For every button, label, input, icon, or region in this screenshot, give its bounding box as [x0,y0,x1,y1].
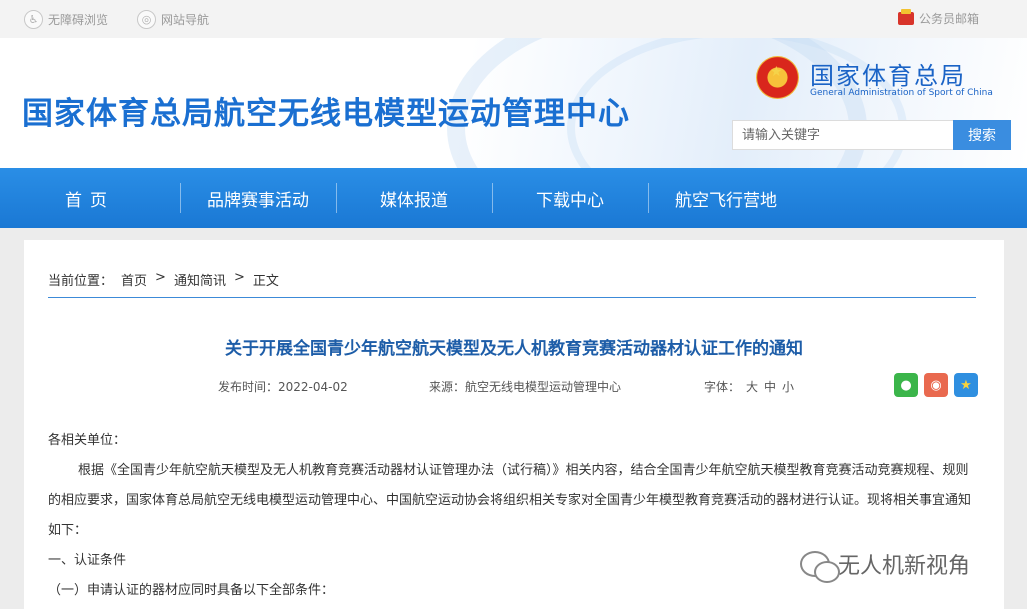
mail-icon [898,9,914,25]
nav-item-downloads[interactable]: 下载中心 [492,168,648,228]
site-nav-link[interactable]: ◎ 网站导航 [137,10,209,29]
breadcrumb-item-home[interactable]: 首页 [121,270,147,289]
article-source: 来源：航空无线电模型运动管理中心 [429,380,622,394]
font-size-small[interactable]: 小 [782,378,794,395]
breadcrumb-separator: > [233,270,245,285]
official-mail-link[interactable]: 公务员邮箱 [898,9,980,27]
wechat-watermark-icon [800,551,840,583]
font-size-medium[interactable]: 中 [764,378,776,395]
accessibility-icon: ♿ [24,10,43,29]
national-emblem-icon[interactable] [756,56,799,99]
article-title: 关于开展全国青少年航空航天模型及无人机教育竞赛活动器材认证工作的通知 [225,339,803,359]
publish-date: 发布时间：2022-04-02 [218,380,348,394]
logo-chinese-name[interactable]: 国家体育总局 [810,56,966,91]
subsection-heading-1: （一）申请认证的器材应同时具备以下全部条件： [48,583,335,598]
wechat-icon[interactable]: ● [894,373,918,397]
breadcrumb-prefix: 当前位置： [48,274,114,289]
official-mail-label: 公务员邮箱 [919,12,980,26]
weibo-icon[interactable]: ◉ [924,373,948,397]
font-size-label: 字体： [704,380,741,394]
salutation: 各相关单位： [48,433,127,448]
font-size-large[interactable]: 大 [746,378,758,395]
search-input[interactable] [732,120,953,150]
globe-icon: ◎ [137,10,156,29]
nav-item-flight-camp[interactable]: 航空飞行营地 [648,168,804,228]
font-size-switcher: 字体： 大 中 小 [704,378,794,395]
favorite-icon[interactable]: ★ [954,373,978,397]
nav-item-media[interactable]: 媒体报道 [336,168,492,228]
search-button[interactable]: 搜索 [953,120,1011,150]
breadcrumb-divider [48,297,976,298]
site-title[interactable]: 国家体育总局航空无线电模型运动管理中心 [22,88,630,133]
site-nav-label: 网站导航 [161,13,210,27]
breadcrumb-item-current: 正文 [252,274,279,289]
nav-item-brand-events[interactable]: 品牌赛事活动 [180,168,336,228]
breadcrumb-separator: > [155,270,166,285]
watermark-text: 无人机新视角 [838,554,971,579]
main-nav: 首页 品牌赛事活动 媒体报道 下载中心 航空飞行营地 [0,168,1027,228]
breadcrumb-item-notices[interactable]: 通知简讯 [174,270,226,289]
logo-english-name[interactable]: General Administration of Sport of China [810,88,993,98]
accessibility-label: 无障碍浏览 [48,13,109,27]
search-bar: 搜索 [732,120,1011,150]
nav-item-home[interactable]: 首页 [0,168,180,228]
site-header: 国家体育总局航空无线电模型运动管理中心 国家体育总局 General Admin… [0,38,1027,168]
top-utility-bar: ♿ 无障碍浏览 ◎ 网站导航 公务员邮箱 [0,0,1027,38]
breadcrumb: 当前位置： 首页 > 通知简讯 > 正文 [48,270,279,289]
accessibility-link[interactable]: ♿ 无障碍浏览 [24,10,108,29]
watermark: 无人机新视角 [800,548,971,583]
paragraph-1: 根据《全国青少年航空航天模型及无人机教育竞赛活动器材认证管理办法（试行稿）》相关… [48,463,972,538]
